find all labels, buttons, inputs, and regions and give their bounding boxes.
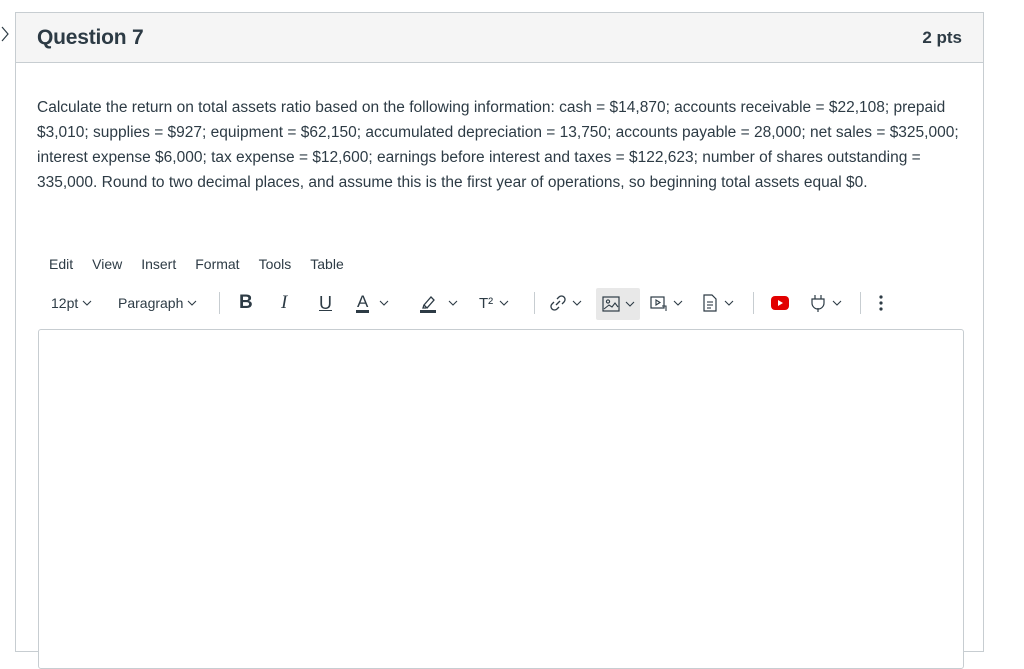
menu-format[interactable]: Format: [184, 254, 247, 274]
question-title: Question 7: [37, 25, 144, 49]
question-points: 2 pts: [922, 27, 962, 47]
question-card: Question 7 2 pts Calculate the return on…: [15, 12, 984, 669]
rich-text-editor-area[interactable]: [38, 329, 964, 669]
underline-icon: U: [319, 292, 332, 313]
youtube-button[interactable]: [771, 289, 789, 317]
chevron-down-icon: [724, 300, 734, 306]
toolbar-divider: [860, 292, 861, 314]
chevron-down-icon: [448, 300, 458, 306]
more-icon: [879, 295, 883, 311]
italic-icon: I: [281, 292, 288, 313]
chevron-down-icon: [832, 300, 842, 306]
chevron-down-icon: [188, 300, 197, 306]
menu-view[interactable]: View: [81, 254, 130, 274]
bold-icon: B: [239, 292, 253, 313]
font-size-select[interactable]: 12pt: [51, 289, 92, 317]
italic-button[interactable]: I: [281, 289, 287, 317]
editor-toolbar: 12pt Paragraph B I U A T²: [38, 288, 968, 320]
superscript-button[interactable]: T²: [479, 289, 509, 317]
highlight-color-button[interactable]: [418, 289, 458, 317]
youtube-icon: [771, 296, 789, 310]
editor-menubar: Edit View Insert Format Tools Table: [38, 254, 352, 274]
chevron-down-icon: [499, 300, 509, 306]
chevron-down-icon: [82, 300, 92, 306]
toolbar-divider: [534, 292, 535, 314]
menu-edit[interactable]: Edit: [38, 254, 81, 274]
highlight-color-icon: [420, 296, 436, 313]
menu-insert[interactable]: Insert: [130, 254, 184, 274]
apps-plugin-icon: [811, 295, 825, 312]
image-button[interactable]: [596, 288, 640, 320]
text-color-button[interactable]: A: [356, 289, 389, 317]
question-header: Question 7 2 pts: [16, 13, 983, 63]
chevron-down-icon: [673, 300, 683, 306]
link-button[interactable]: [548, 289, 582, 317]
font-size-value: 12pt: [51, 295, 79, 311]
toolbar-divider: [219, 292, 220, 314]
menu-tools[interactable]: Tools: [248, 254, 300, 274]
collapse-arrow-icon[interactable]: [0, 26, 10, 42]
chevron-down-icon: [625, 301, 635, 307]
document-icon: [703, 294, 717, 312]
link-icon: [550, 295, 566, 311]
more-button[interactable]: [878, 289, 884, 317]
media-icon: [650, 296, 667, 311]
superscript-icon: T²: [479, 294, 494, 312]
chevron-down-icon: [379, 300, 389, 306]
block-format-value: Paragraph: [118, 295, 184, 311]
document-button[interactable]: [700, 289, 734, 317]
underline-button[interactable]: U: [319, 289, 332, 317]
apps-plugin-button[interactable]: [808, 289, 842, 317]
bold-button[interactable]: B: [239, 289, 253, 317]
text-color-icon: A: [356, 291, 370, 313]
chevron-down-icon: [572, 300, 582, 306]
media-button[interactable]: [649, 289, 683, 317]
toolbar-divider: [753, 292, 754, 314]
menu-table[interactable]: Table: [299, 254, 351, 274]
block-format-select[interactable]: Paragraph: [118, 289, 197, 317]
image-icon: [602, 296, 620, 312]
question-text: Calculate the return on total assets rat…: [37, 99, 959, 191]
